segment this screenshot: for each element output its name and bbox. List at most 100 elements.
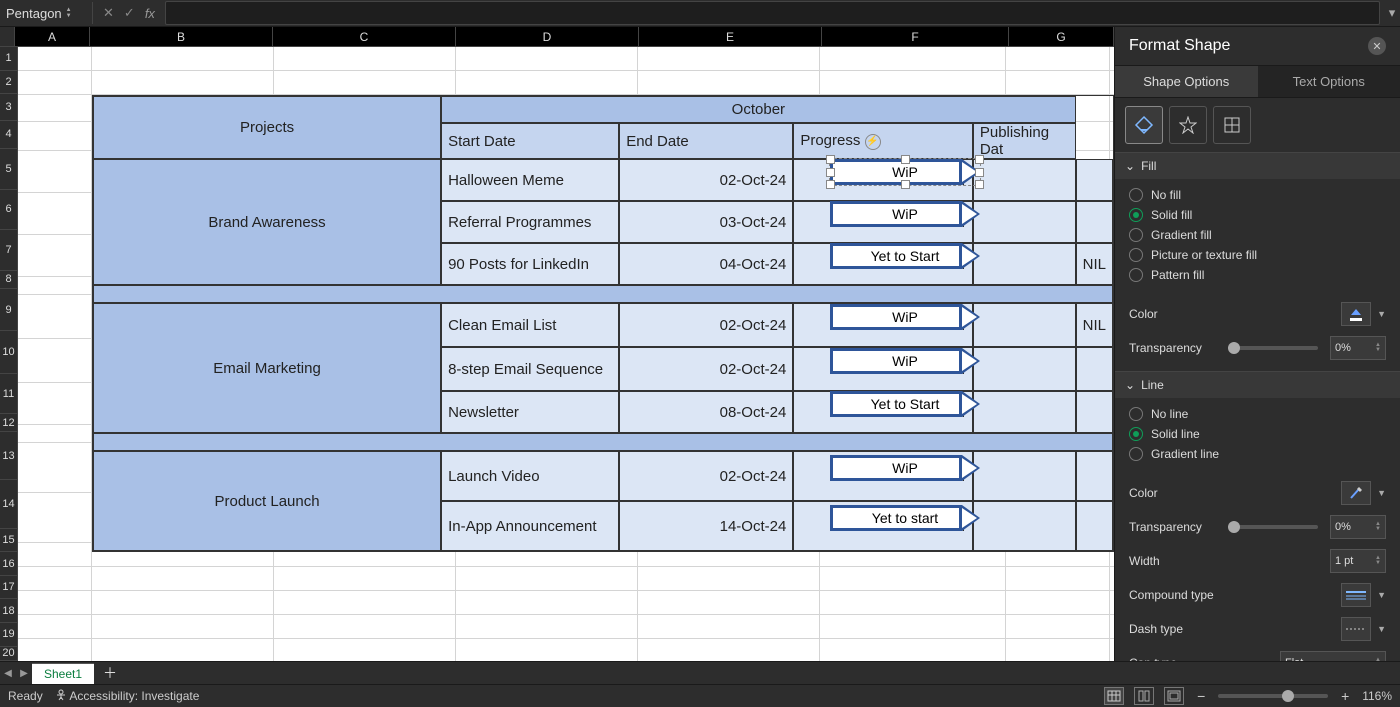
status-shape[interactable]: Yet to start (830, 505, 980, 531)
radio-option[interactable]: Solid line (1129, 424, 1386, 444)
status-shape[interactable]: WiP (830, 348, 980, 374)
status-shape[interactable]: WiP (830, 455, 980, 481)
chevron-down-icon[interactable]: ▼ (1377, 624, 1386, 634)
radio-option[interactable]: No line (1129, 404, 1386, 424)
row-header[interactable]: 19 (0, 623, 18, 647)
column-header[interactable]: G (1009, 27, 1114, 47)
line-width-input[interactable]: 1 pt▲▼ (1330, 549, 1386, 573)
publishing-cell[interactable] (1076, 391, 1113, 433)
task-cell[interactable]: In-App Announcement (441, 501, 619, 551)
start-date-cell[interactable]: 02-Oct-24 (619, 451, 793, 501)
start-date-cell[interactable]: 14-Oct-24 (619, 501, 793, 551)
row-header[interactable]: 4 (0, 121, 18, 149)
close-panel-button[interactable]: ✕ (1368, 37, 1386, 55)
size-properties-icon[interactable] (1213, 106, 1251, 144)
row-header[interactable]: 7 (0, 230, 18, 271)
row-header[interactable]: 17 (0, 576, 18, 600)
effects-icon[interactable] (1169, 106, 1207, 144)
radio-option[interactable]: Solid fill (1129, 205, 1386, 225)
status-shape[interactable]: Yet to Start (830, 243, 980, 269)
status-shape[interactable]: Yet to Start (830, 391, 980, 417)
row-header[interactable]: 15 (0, 529, 18, 553)
fill-section-header[interactable]: ⌄ Fill (1115, 153, 1400, 179)
fill-line-icon[interactable] (1125, 106, 1163, 144)
name-box[interactable]: Pentagon ▲▼ (0, 2, 93, 24)
page-layout-view-button[interactable] (1134, 687, 1154, 705)
progress-cell[interactable] (973, 451, 1076, 501)
resize-handle[interactable] (826, 155, 835, 164)
resize-handle[interactable] (975, 180, 984, 189)
resize-handle[interactable] (901, 180, 910, 189)
start-date-cell[interactable]: 02-Oct-24 (619, 159, 793, 201)
tab-nav-prev[interactable]: ◀ (0, 665, 16, 681)
progress-cell[interactable] (973, 347, 1076, 391)
task-cell[interactable]: Halloween Meme (441, 159, 619, 201)
row-header[interactable]: 14 (0, 480, 18, 528)
publishing-cell[interactable]: NIL (1076, 303, 1113, 347)
task-cell[interactable]: 90 Posts for LinkedIn (441, 243, 619, 285)
radio-option[interactable]: Picture or texture fill (1129, 245, 1386, 265)
column-header[interactable]: D (456, 27, 639, 47)
start-date-cell[interactable]: 04-Oct-24 (619, 243, 793, 285)
fill-transparency-slider[interactable] (1228, 346, 1318, 350)
publishing-cell[interactable] (1076, 501, 1113, 551)
task-cell[interactable]: Clean Email List (441, 303, 619, 347)
normal-view-button[interactable] (1104, 687, 1124, 705)
publishing-cell[interactable] (1076, 347, 1113, 391)
start-date-cell[interactable]: 08-Oct-24 (619, 391, 793, 433)
line-section-header[interactable]: ⌄ Line (1115, 372, 1400, 398)
resize-handle[interactable] (975, 155, 984, 164)
formula-input[interactable] (165, 1, 1380, 25)
row-header[interactable]: 18 (0, 599, 18, 623)
column-header[interactable]: C (273, 27, 456, 47)
row-header[interactable]: 16 (0, 552, 18, 576)
compound-type-picker[interactable] (1341, 583, 1371, 607)
shape-options-tab[interactable]: Shape Options (1115, 66, 1258, 97)
row-header[interactable]: 9 (0, 289, 18, 331)
row-header[interactable]: 11 (0, 374, 18, 415)
publishing-cell[interactable] (1076, 159, 1113, 201)
radio-option[interactable]: Gradient fill (1129, 225, 1386, 245)
row-header[interactable]: 12 (0, 414, 18, 432)
fill-transparency-input[interactable]: 0%▲▼ (1330, 336, 1386, 360)
status-shape[interactable]: WiP (830, 201, 980, 227)
column-header[interactable]: B (90, 27, 273, 47)
progress-cell[interactable] (973, 243, 1076, 285)
progress-cell[interactable] (973, 159, 1076, 201)
progress-cell[interactable] (973, 303, 1076, 347)
task-cell[interactable]: Referral Programmes (441, 201, 619, 243)
row-header[interactable]: 3 (0, 94, 18, 120)
row-header[interactable]: 5 (0, 149, 18, 190)
select-all-corner[interactable] (0, 27, 15, 47)
resize-handle[interactable] (975, 168, 984, 177)
radio-option[interactable]: Gradient line (1129, 444, 1386, 464)
chevron-down-icon[interactable]: ▼ (1377, 590, 1386, 600)
add-sheet-button[interactable]: ＋ (100, 663, 120, 683)
line-transparency-slider[interactable] (1228, 525, 1318, 529)
resize-handle[interactable] (826, 168, 835, 177)
status-shape[interactable]: WiP (830, 304, 980, 330)
formula-expand-icon[interactable]: ▾ (1384, 5, 1400, 21)
task-cell[interactable]: Launch Video (441, 451, 619, 501)
row-header[interactable]: 13 (0, 432, 18, 480)
fx-icon[interactable]: fx (145, 6, 155, 21)
cancel-formula-icon[interactable]: ✕ (103, 5, 114, 21)
accept-formula-icon[interactable]: ✓ (124, 5, 135, 21)
start-date-cell[interactable]: 03-Oct-24 (619, 201, 793, 243)
sheet-tab[interactable]: Sheet1 (32, 663, 94, 684)
zoom-slider[interactable] (1218, 694, 1328, 698)
column-header[interactable]: F (822, 27, 1009, 47)
resize-handle[interactable] (901, 155, 910, 164)
text-options-tab[interactable]: Text Options (1258, 66, 1400, 97)
line-transparency-input[interactable]: 0%▲▼ (1330, 515, 1386, 539)
page-break-view-button[interactable] (1164, 687, 1184, 705)
row-header[interactable]: 10 (0, 331, 18, 373)
radio-option[interactable]: Pattern fill (1129, 265, 1386, 285)
chevron-down-icon[interactable]: ▼ (1377, 309, 1386, 319)
line-color-picker[interactable] (1341, 481, 1371, 505)
tab-nav-next[interactable]: ▶ (16, 665, 32, 681)
publishing-cell[interactable] (1076, 201, 1113, 243)
progress-cell[interactable] (973, 201, 1076, 243)
status-shape[interactable]: WiP (830, 159, 980, 185)
fill-color-picker[interactable] (1341, 302, 1371, 326)
